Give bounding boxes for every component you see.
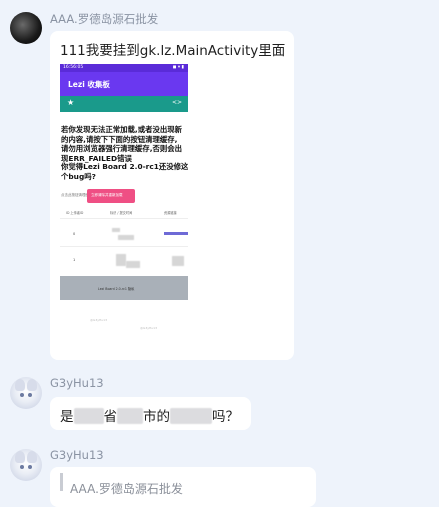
question-line: 个bug吗? — [61, 171, 96, 181]
button-label: 立即清除并重新加载 — [91, 193, 123, 197]
clear-cache-button: 立即清除并重新加载 — [87, 189, 135, 203]
redacted-text — [73, 408, 104, 424]
table-divider — [60, 218, 188, 219]
redacted-text — [117, 408, 143, 424]
watermark: @G3yHu13 — [90, 318, 107, 322]
star-icon: ★ — [67, 98, 75, 107]
redacted-cell — [112, 228, 120, 232]
table-row-id: 0 — [73, 232, 76, 236]
text-fragment: 省 — [103, 409, 118, 425]
bug-question: 你觉得Lezi Board 2.0-rc1还没修这 个bug吗? — [61, 162, 188, 181]
message-text: 111我要挂到gk.lz.MainActivity里面 — [60, 43, 286, 59]
message-bubble[interactable]: 是 省 市的 吗？ — [50, 397, 251, 430]
sender-name: G3yHu13 — [50, 376, 104, 390]
table-row-id: 1 — [73, 258, 76, 262]
sender-avatar[interactable] — [10, 12, 42, 44]
quote-bar — [60, 473, 63, 491]
sender-avatar[interactable] — [10, 449, 42, 481]
redacted-cell — [126, 261, 140, 268]
cache-warning: 若你发现无法正常加载,或者没出现新 的内容,请按下下面的按钮清理缓存, 请勿用浏… — [61, 125, 187, 163]
status-time: 16:56:05 — [63, 65, 84, 70]
redacted-cell — [118, 235, 134, 240]
text-fragment: 吗？ — [212, 409, 239, 425]
watermark: @G3yHu13 — [140, 326, 157, 330]
text-fragment: 市的 — [143, 409, 170, 425]
warning-line: 的内容,请按下下面的按钮清理缓存, — [61, 134, 178, 144]
message-text: 是 省 市的 吗？ — [60, 405, 239, 425]
phone-footer: Lezi Board 2.0-rc1 隐私 — [60, 276, 188, 300]
warning-line: 若你发现无法正常加载,或者没出现新 — [61, 125, 183, 134]
text-fragment: 是 — [60, 409, 74, 425]
app-title: Lezi 收集板 — [68, 80, 110, 89]
sender-name: G3yHu13 — [50, 448, 104, 462]
attached-screenshot[interactable]: 16:56:05 ◼ ▾ ▮ Lezi 收集板 ★ <> 若你发现无法正常加载,… — [60, 64, 188, 352]
app-bar: Lezi 收集板 — [60, 72, 188, 96]
table-header-mark: 标识 / 提交时间 — [110, 211, 133, 215]
quoted-sender: AAA.罗德岛源石批发 — [70, 482, 183, 496]
table-divider — [60, 246, 188, 247]
redacted-cell — [172, 256, 184, 266]
sender-name: AAA.罗德岛源石批发 — [50, 12, 159, 26]
code-icon: <> — [171, 99, 182, 106]
redacted-cell — [116, 254, 126, 266]
warning-line: 请勿用浏览器强行清理缓存,否则会出 — [61, 144, 183, 153]
sender-avatar[interactable] — [10, 377, 42, 409]
table-header-id: ID 上传者ID — [66, 211, 84, 215]
link-bar — [164, 232, 188, 235]
redacted-text — [170, 408, 212, 424]
table-header-link: 资源链接 — [164, 211, 177, 215]
footer-text: Lezi Board 2.0-rc1 隐私 — [98, 287, 135, 291]
question-line: 你觉得Lezi Board 2.0-rc1还没修这 — [61, 162, 188, 171]
toolbar: ★ <> — [60, 96, 188, 112]
phone-status-bar: 16:56:05 ◼ ▾ ▮ — [60, 64, 188, 72]
status-icons: ◼ ▾ ▮ — [172, 65, 184, 70]
